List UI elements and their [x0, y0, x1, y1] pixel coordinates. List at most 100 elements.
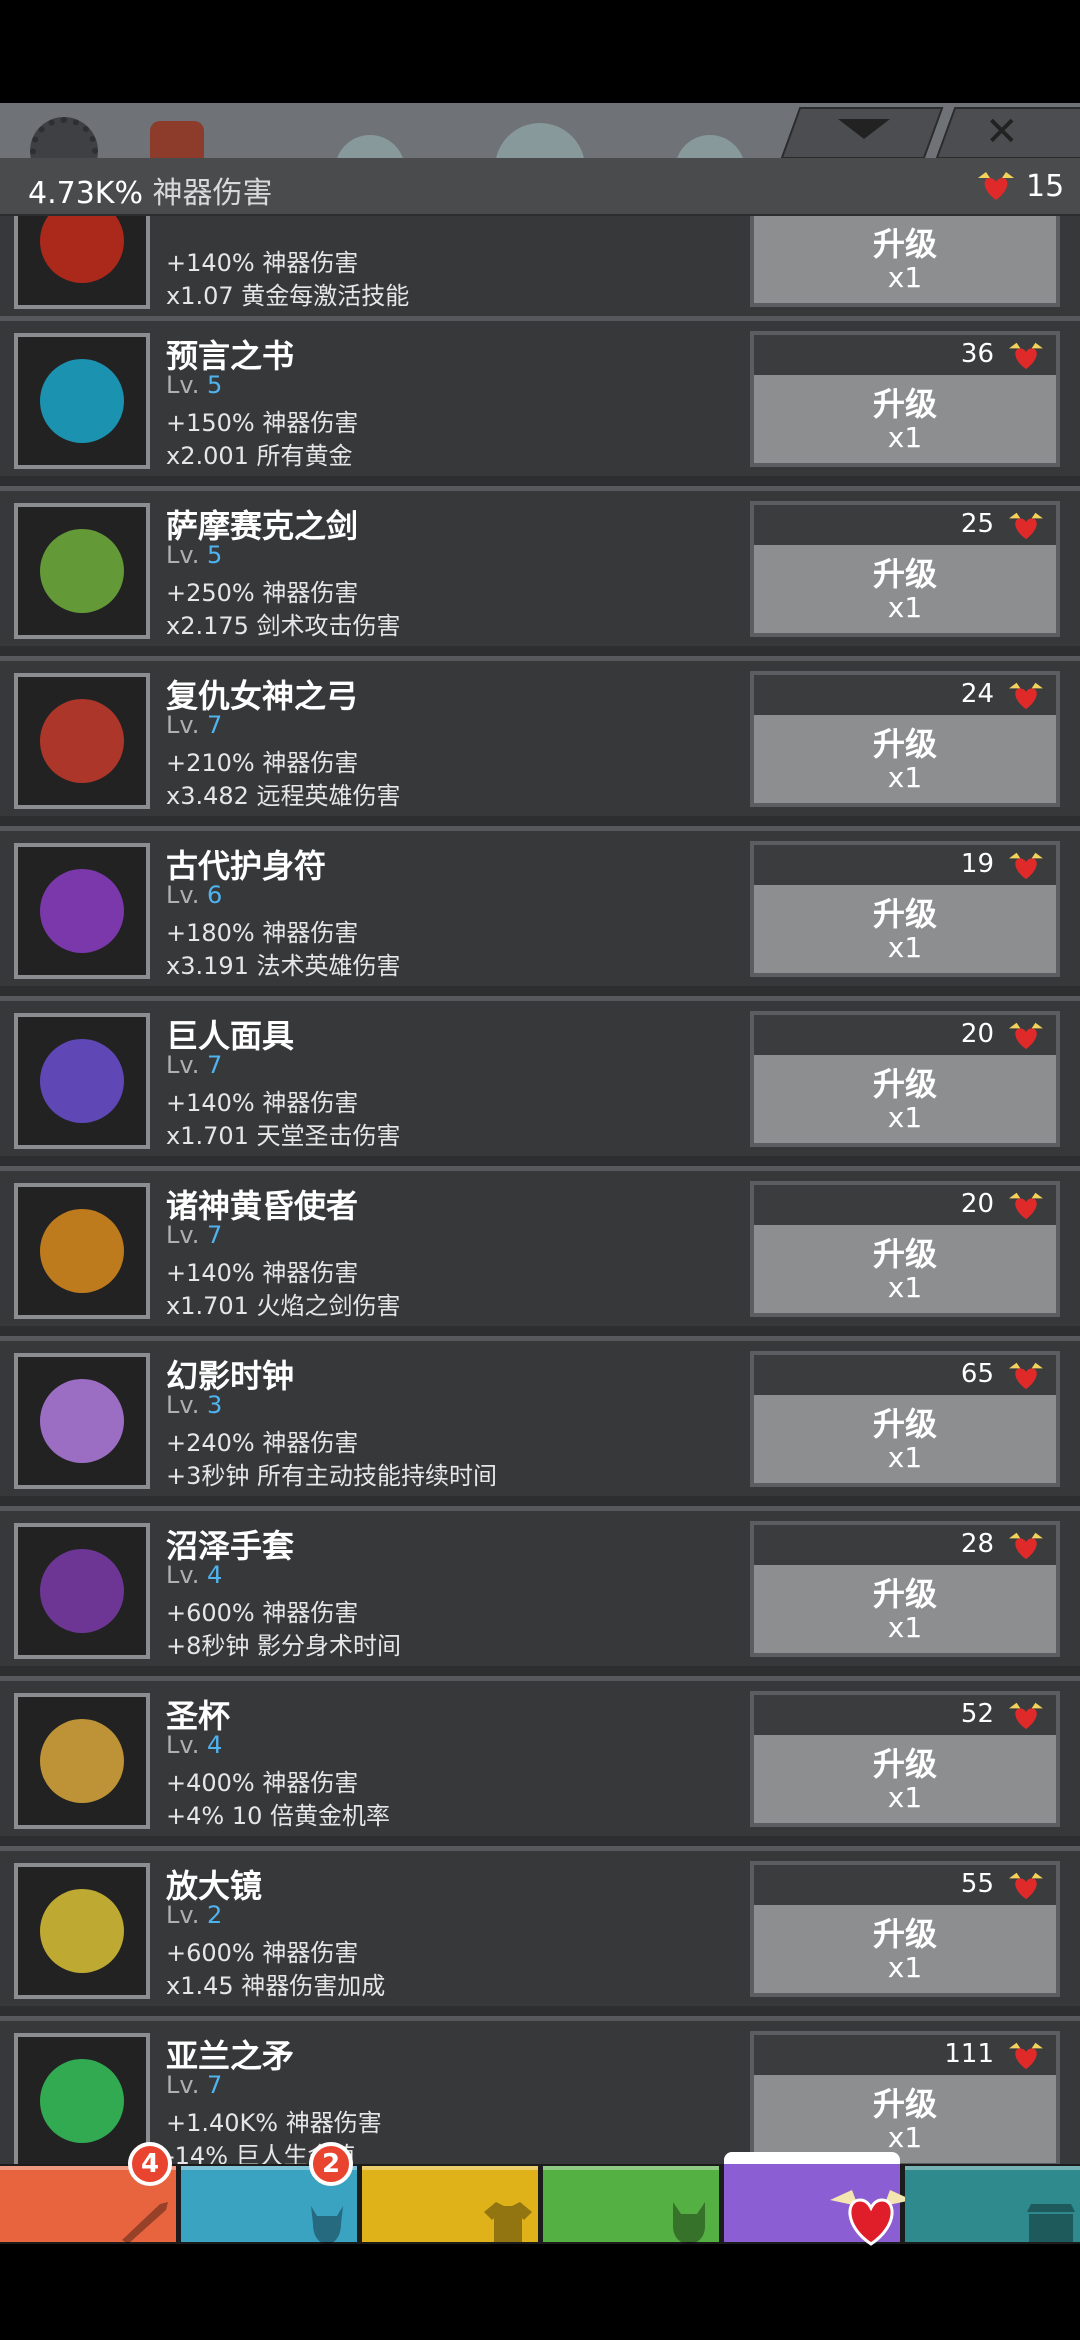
level-prefix: Lv.: [166, 1051, 200, 1079]
artifact-effect-secondary: x2.001 所有黄金: [166, 442, 353, 470]
upgrade-cost-bar: 52: [754, 1695, 1056, 1735]
artifact-thumbnail[interactable]: [14, 1523, 150, 1659]
notification-badge: 4: [128, 2142, 172, 2186]
artifact-effect-primary: +600% 神器伤害: [166, 1599, 359, 1627]
clan-helmet-icon[interactable]: [150, 121, 204, 158]
upgrade-label: 升级: [872, 1745, 937, 1783]
upgrade-label: 升级: [872, 385, 937, 423]
relic-heart-icon: [1009, 342, 1043, 370]
relic-heart-icon: [1009, 1192, 1043, 1220]
upgrade-cost: 28: [960, 1529, 994, 1559]
artifact-glow: [40, 1719, 124, 1803]
upgrade-cost: 65: [960, 1359, 994, 1389]
tab-equipment[interactable]: [362, 2166, 538, 2242]
artifact-level: Lv. 7: [166, 1051, 222, 1079]
relic-heart-icon: [1009, 1702, 1043, 1730]
artifact-thumbnail[interactable]: [14, 1353, 150, 1489]
artifact-row: 圣杯 Lv. 4 +400% 神器伤害 +4% 10 倍黄金机率 52 升级 x1: [0, 1676, 1080, 1836]
artifact-list[interactable]: +140% 神器伤害 x1.07 黄金每激活技能 升级 x1 预言之书 Lv. 5…: [0, 216, 1080, 2164]
level-number: 4: [206, 1731, 223, 1759]
relic-heart-icon: [1009, 852, 1043, 880]
upgrade-button[interactable]: 55 升级 x1: [750, 1861, 1060, 1997]
artifact-thumbnail[interactable]: [14, 1013, 150, 1149]
artifact-thumbnail[interactable]: [14, 1183, 150, 1319]
settings-gear-icon[interactable]: [30, 117, 98, 158]
tab-shop[interactable]: [905, 2166, 1080, 2242]
artifact-effect-secondary: x2.175 剑术攻击伤害: [166, 612, 401, 640]
artifact-glow: [40, 699, 124, 783]
artifact-thumbnail[interactable]: [14, 2033, 150, 2164]
upgrade-button[interactable]: 28 升级 x1: [750, 1521, 1060, 1657]
upgrade-label: 升级: [872, 2085, 937, 2123]
upgrade-button[interactable]: 36 升级 x1: [750, 331, 1060, 467]
upgrade-label: 升级: [872, 1405, 937, 1443]
artifact-effect-primary: +210% 神器伤害: [166, 749, 359, 777]
artifact-effect-primary: +600% 神器伤害: [166, 1939, 359, 1967]
chevron-down-icon: [838, 119, 890, 139]
artifact-thumbnail[interactable]: [14, 333, 150, 469]
artifact-row: 古代护身符 Lv. 6 +180% 神器伤害 x3.191 法术英雄伤害 19 升级 x1: [0, 826, 1080, 986]
upgrade-button[interactable]: 65 升级 x1: [750, 1351, 1060, 1487]
artifact-effect-secondary: +3秒钟 所有主动技能持续时间: [166, 1462, 498, 1490]
artifact-thumbnail[interactable]: [14, 1693, 150, 1829]
upgrade-cost: 36: [960, 339, 994, 369]
artifact-effect-secondary: x1.07 黄金每激活技能: [166, 282, 410, 310]
app-screen: ✕ 4.73K% 神器伤害 15 +140% 神器伤害 x1.07 黄金每激活技…: [0, 0, 1080, 2340]
upgrade-multiplier: x1: [887, 2121, 923, 2154]
upgrade-cost-bar: 28: [754, 1525, 1056, 1565]
level-number: 7: [206, 1221, 223, 1249]
upgrade-cost-bar: 19: [754, 845, 1056, 885]
artifact-row: 复仇女神之弓 Lv. 7 +210% 神器伤害 x3.482 远程英雄伤害 24 升级 x1: [0, 656, 1080, 816]
level-number: 5: [206, 371, 223, 399]
artifact-thumbnail: [14, 216, 150, 309]
artifact-row: +140% 神器伤害 x1.07 黄金每激活技能 升级 x1: [0, 216, 1080, 316]
upgrade-multiplier: x1: [887, 1271, 923, 1304]
tab-artifacts[interactable]: [724, 2152, 912, 2246]
upgrade-button[interactable]: 20 升级 x1: [750, 1181, 1060, 1317]
artifact-effect-secondary: x3.191 法术英雄伤害: [166, 952, 401, 980]
upgrade-button[interactable]: 20 升级 x1: [750, 1011, 1060, 1147]
upgrade-cost: 25: [960, 509, 994, 539]
artifact-row: 预言之书 Lv. 5 +150% 神器伤害 x2.001 所有黄金 36 升级 x1: [0, 316, 1080, 476]
artifact-effect-secondary: x1.701 天堂圣击伤害: [166, 1122, 401, 1150]
upgrade-button[interactable]: 111 升级 x1: [750, 2031, 1060, 2164]
artifact-thumbnail[interactable]: [14, 503, 150, 639]
artifact-row: 幻影时钟 Lv. 3 +240% 神器伤害 +3秒钟 所有主动技能持续时间 65 升级 x1: [0, 1336, 1080, 1496]
upgrade-label: 升级: [872, 1915, 937, 1953]
upgrade-button[interactable]: 升级 x1: [750, 216, 1060, 307]
upgrade-button[interactable]: 19 升级 x1: [750, 841, 1060, 977]
artifact-level: Lv. 7: [166, 2071, 222, 2099]
upgrade-cost-bar: 20: [754, 1185, 1056, 1225]
artifact-damage-label: 神器伤害: [152, 176, 273, 211]
artifact-thumbnail[interactable]: [14, 673, 150, 809]
level-number: 5: [206, 541, 223, 569]
artifact-header: 4.73K% 神器伤害 15: [0, 158, 1080, 217]
upgrade-button[interactable]: 24 升级 x1: [750, 671, 1060, 807]
artifact-row: 放大镜 Lv. 2 +600% 神器伤害 x1.45 神器伤害加成 55 升级 x1: [0, 1846, 1080, 2006]
upgrade-label: 升级: [872, 225, 937, 263]
upgrade-cost: 52: [960, 1699, 994, 1729]
artifact-level: Lv. 4: [166, 1731, 222, 1759]
skill-orb-icon: [335, 135, 405, 158]
artifact-thumbnail[interactable]: [14, 843, 150, 979]
tab-pets[interactable]: [543, 2166, 719, 2244]
artifact-level: Lv. 5: [166, 541, 222, 569]
artifact-effect-primary: +1.40K% 神器伤害: [166, 2109, 382, 2137]
upgrade-multiplier: x1: [887, 261, 923, 294]
artifact-glow: [40, 1209, 124, 1293]
game-top-strip: ✕: [0, 103, 1080, 158]
notification-badge: 2: [309, 2142, 353, 2186]
upgrade-multiplier: x1: [887, 1441, 923, 1474]
artifact-thumbnail[interactable]: [14, 1863, 150, 1999]
upgrade-button[interactable]: 25 升级 x1: [750, 501, 1060, 637]
artifact-effect-primary: +150% 神器伤害: [166, 409, 359, 437]
tab-heroes[interactable]: 2: [181, 2142, 357, 2244]
tab-sword[interactable]: 4: [0, 2142, 176, 2244]
relic-heart-icon: [1009, 1532, 1043, 1560]
upgrade-multiplier: x1: [887, 421, 923, 454]
artifact-row: 巨人面具 Lv. 7 +140% 神器伤害 x1.701 天堂圣击伤害 20 升级 x1: [0, 996, 1080, 1156]
upgrade-button[interactable]: 52 升级 x1: [750, 1691, 1060, 1827]
artifact-glow: [40, 529, 124, 613]
artifact-glow: [40, 1039, 124, 1123]
upgrade-label: 升级: [872, 1065, 937, 1103]
